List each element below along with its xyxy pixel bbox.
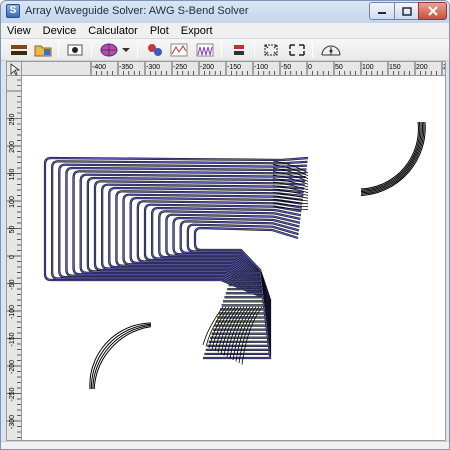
x-ruler-label: 250 xyxy=(443,64,445,71)
pointer-cursor-icon xyxy=(10,63,21,76)
x-ruler-label: -200 xyxy=(200,64,214,71)
minimize-icon xyxy=(378,12,386,14)
app-icon: S xyxy=(6,4,20,18)
status-strip xyxy=(1,441,449,449)
bend-waveguide xyxy=(90,323,152,390)
y-ruler-label: -50 xyxy=(9,279,16,289)
toolbar-separator xyxy=(137,42,138,58)
vertical-ruler: 250 200 150 100 50 0 -50 -100 -150 -200 -250 -300 xyxy=(7,76,22,440)
input-bend-bottom-left xyxy=(89,322,152,390)
bend-waveguide xyxy=(89,322,152,390)
toolbar-separator xyxy=(58,42,59,58)
fit-all-icon[interactable] xyxy=(261,41,281,59)
toolbar-separator xyxy=(221,42,222,58)
x-ruler-label: 100 xyxy=(362,64,374,71)
x-ruler-label: 200 xyxy=(416,64,428,71)
x-ruler-label: 0 xyxy=(308,64,312,71)
output-bend-top-right xyxy=(360,121,426,196)
y-ruler-label: -250 xyxy=(9,387,16,401)
x-ruler-label: -300 xyxy=(146,64,160,71)
maximize-button[interactable] xyxy=(394,2,419,20)
toolbar-separator xyxy=(312,42,313,58)
settings-gear-icon[interactable] xyxy=(145,41,165,59)
app-window: S Array Waveguide Solver: AWG S-Bend Sol… xyxy=(0,0,450,450)
x-ruler-label: -50 xyxy=(281,64,291,71)
view-eye-icon[interactable] xyxy=(65,41,85,59)
minimize-button[interactable] xyxy=(369,2,395,20)
stack-layers-icon[interactable] xyxy=(229,41,249,59)
waveguide-layout-drawing xyxy=(43,121,426,390)
bend-waveguide xyxy=(93,326,152,390)
menu-export[interactable]: Export xyxy=(175,23,219,38)
y-ruler-label: 250 xyxy=(9,114,16,126)
measure-angle-icon[interactable] xyxy=(319,41,343,59)
toolbar-separator xyxy=(254,42,255,58)
y-ruler-label: -300 xyxy=(9,415,16,429)
dropdown-arrow-icon[interactable] xyxy=(121,41,131,59)
zoom-extents-icon[interactable] xyxy=(287,41,307,59)
x-ruler-label: 150 xyxy=(389,64,401,71)
menu-device[interactable]: Device xyxy=(37,23,83,38)
bend-waveguide xyxy=(360,121,419,190)
menu-view[interactable]: View xyxy=(1,23,37,38)
horizontal-ruler-scale: -400 -350 -300 -250 -200 -150 -100 -50 0 50 100 150… xyxy=(90,62,445,75)
menu-calculator[interactable]: Calculator xyxy=(82,23,144,38)
toolbar xyxy=(1,39,449,61)
y-ruler-label: 50 xyxy=(9,226,16,234)
globe-dropdown-icon[interactable] xyxy=(99,41,119,59)
ruler-corner xyxy=(7,62,22,76)
menu-bar: View Device Calculator Plot Export xyxy=(1,23,449,39)
open-folder-icon[interactable] xyxy=(33,41,53,59)
y-ruler-label: -100 xyxy=(9,305,16,319)
y-ruler-label: 150 xyxy=(9,169,16,181)
y-ruler-label: 0 xyxy=(9,255,16,259)
waveguide-plot[interactable] xyxy=(23,77,445,440)
bend-waveguide xyxy=(92,324,152,390)
spectrum-plot-icon[interactable] xyxy=(195,41,215,59)
y-ruler-label: 100 xyxy=(9,196,16,208)
vertical-ruler-scale: 250 200 150 100 50 0 -50 -100 -150 -200 -250 -300 xyxy=(7,79,21,438)
x-ruler-label: -250 xyxy=(173,64,187,71)
title-bar[interactable]: S Array Waveguide Solver: AWG S-Bend Sol… xyxy=(1,1,449,23)
window-title: Array Waveguide Solver: AWG S-Bend Solve… xyxy=(25,5,249,17)
close-button[interactable] xyxy=(418,2,447,20)
toolbar-separator xyxy=(91,42,92,58)
drawing-canvas-area: -400 -350 -300 -250 -200 -150 -100 -50 0 50 100 150… xyxy=(6,61,446,441)
x-ruler-label: 50 xyxy=(335,64,343,71)
x-ruler-label: -350 xyxy=(119,64,133,71)
close-icon xyxy=(427,6,438,16)
awg-waveguide-array xyxy=(43,156,309,365)
x-ruler-label: -100 xyxy=(254,64,268,71)
x-ruler-label: -150 xyxy=(227,64,241,71)
x-ruler-label: -400 xyxy=(92,64,106,71)
solve-tool-icon[interactable] xyxy=(9,41,29,59)
horizontal-ruler: -400 -350 -300 -250 -200 -150 -100 -50 0 50 100 150… xyxy=(22,62,445,76)
menu-plot[interactable]: Plot xyxy=(144,23,175,38)
y-ruler-label: 200 xyxy=(9,141,16,153)
y-ruler-label: -200 xyxy=(9,360,16,374)
maximize-icon xyxy=(401,6,412,16)
y-ruler-label: -150 xyxy=(9,332,16,346)
line-plot-icon[interactable] xyxy=(169,41,189,59)
